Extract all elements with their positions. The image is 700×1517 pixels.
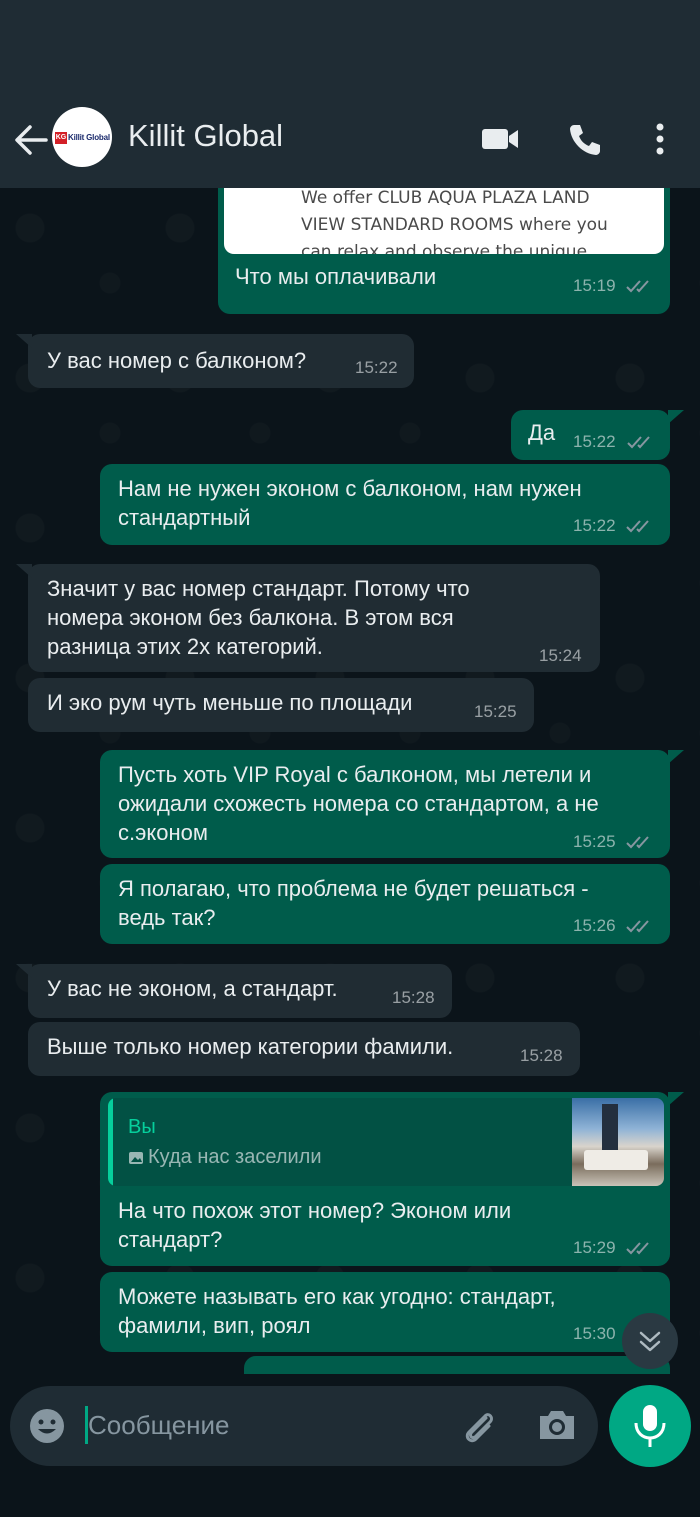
- message-time: 15:19: [573, 276, 616, 295]
- read-ticks-icon: [626, 280, 649, 293]
- link-preview-text: can relax and observe the unique: [301, 242, 588, 254]
- contact-name[interactable]: Killit Global: [128, 118, 283, 154]
- voice-call-button[interactable]: [567, 122, 603, 163]
- message-text: У вас номер с балконом?: [47, 348, 307, 373]
- quote-text: Куда нас заселили: [148, 1146, 322, 1168]
- link-preview-text: We offer CLUB AQUA PLAZA LAND: [301, 188, 590, 208]
- message-text: Да: [528, 420, 556, 445]
- quote-accent-bar: [108, 1098, 113, 1186]
- message-bubble-incoming[interactable]: Значит у вас номер стандарт. Потому что …: [28, 564, 600, 672]
- voice-record-button[interactable]: [609, 1385, 691, 1467]
- message-text: Нам не нужен эконом с балконом, нам нуже…: [118, 476, 582, 501]
- message-text: стандарт?: [118, 1227, 223, 1252]
- message-bubble-outgoing[interactable]: We offer CLUB AQUA PLAZA LAND VIEW STAND…: [218, 188, 670, 314]
- bubble-tail: [668, 410, 684, 424]
- message-text: Пусть хоть VIP Royal с балконом, мы лете…: [118, 762, 592, 787]
- message-text: стандартный: [118, 505, 251, 530]
- link-preview[interactable]: We offer CLUB AQUA PLAZA LAND VIEW STAND…: [224, 188, 664, 254]
- arrow-left-icon: [15, 125, 48, 155]
- read-ticks-icon: [626, 1242, 649, 1255]
- microphone-icon: [634, 1405, 666, 1447]
- bubble-tail: [668, 1092, 684, 1106]
- read-ticks-icon: [627, 436, 650, 449]
- message-text: разница этих 2х категорий.: [47, 634, 323, 659]
- bubble-tail: [668, 750, 684, 764]
- message-bubble-outgoing[interactable]: Пусть хоть VIP Royal с балконом, мы лете…: [100, 750, 670, 858]
- more-vertical-icon: [656, 123, 664, 155]
- message-time: 15:25: [474, 702, 517, 721]
- message-text: ведь так?: [118, 905, 216, 930]
- message-time: 15:30: [573, 1324, 616, 1343]
- message-bubble-outgoing[interactable]: Я полагаю, что проблема не будет решатьс…: [100, 864, 670, 944]
- read-ticks-icon: [626, 920, 649, 933]
- message-text: Я полагаю, что проблема не будет решатьс…: [118, 876, 589, 901]
- message-time: 15:22: [573, 516, 616, 535]
- message-time: 15:22: [355, 358, 398, 377]
- read-ticks-icon: [626, 520, 649, 533]
- message-text: Можете называть его как угодно: стандарт…: [118, 1284, 556, 1309]
- message-time: 15:22: [573, 432, 616, 451]
- message-text: Что мы оплачивали: [235, 264, 437, 289]
- message-text: номера эконом без балкона. В этом вся: [47, 605, 454, 630]
- message-input-bar: Сообщение: [10, 1386, 598, 1466]
- link-preview-text: VIEW STANDARD ROOMS where you: [301, 215, 608, 235]
- message-bubble-outgoing[interactable]: Нам не нужен эконом с балконом, нам нуже…: [100, 464, 670, 545]
- message-time: 15:25: [573, 832, 616, 851]
- bubble-tail: [16, 964, 32, 978]
- message-time: 15:28: [520, 1046, 563, 1065]
- avatar-logo-mark: KG: [55, 132, 67, 144]
- message-text: У вас не эконом, а стандарт.: [47, 976, 338, 1001]
- message-time: 15:26: [573, 916, 616, 935]
- message-time: 15:29: [573, 1238, 616, 1257]
- avatar[interactable]: KG Killit Global: [52, 107, 112, 167]
- message-bubble-outgoing[interactable]: [244, 1356, 670, 1374]
- message-list[interactable]: We offer CLUB AQUA PLAZA LAND VIEW STAND…: [0, 188, 700, 1374]
- message-time: 15:24: [539, 646, 582, 665]
- double-chevron-down-icon: [639, 1331, 661, 1352]
- quote-author: Вы: [128, 1116, 156, 1138]
- thumbnail-detail: [584, 1150, 648, 1170]
- message-bubble-incoming[interactable]: И эко рум чуть меньше по площади 15:25: [28, 678, 534, 732]
- bubble-tail: [16, 564, 32, 578]
- back-button[interactable]: [10, 122, 50, 158]
- scroll-to-bottom-button[interactable]: [622, 1313, 678, 1369]
- message-text: Выше только номер категории фамили.: [47, 1034, 454, 1059]
- phone-icon: [570, 125, 600, 155]
- bubble-tail: [16, 334, 32, 348]
- message-text: ожидали схожесть номера со стандартом, а…: [118, 791, 599, 816]
- video-call-button[interactable]: [480, 122, 520, 161]
- camera-icon[interactable]: [536, 1406, 578, 1444]
- status-bar: [0, 0, 700, 100]
- chat-header: KG Killit Global Killit Global: [0, 100, 700, 188]
- message-text: фамили, вип, роял: [118, 1313, 311, 1338]
- quote-thumbnail: [572, 1098, 664, 1186]
- message-time: 15:28: [392, 988, 435, 1007]
- message-bubble-outgoing[interactable]: Можете называть его как угодно: стандарт…: [100, 1272, 670, 1352]
- message-bubble-incoming[interactable]: Выше только номер категории фамили. 15:2…: [28, 1022, 580, 1076]
- menu-button[interactable]: [650, 122, 670, 163]
- message-input[interactable]: Сообщение: [88, 1410, 230, 1441]
- avatar-logo-text: Killit Global: [68, 133, 110, 142]
- message-bubble-incoming[interactable]: У вас не эконом, а стандарт. 15:28: [28, 964, 452, 1018]
- paperclip-icon[interactable]: [458, 1406, 500, 1448]
- message-bubble-incoming[interactable]: У вас номер с балконом? 15:22: [28, 334, 414, 388]
- image-icon: [129, 1152, 143, 1164]
- message-text: И эко рум чуть меньше по площади: [47, 690, 413, 715]
- message-text: Значит у вас номер стандарт. Потому что: [47, 576, 470, 601]
- read-ticks-icon: [626, 836, 649, 849]
- emoji-icon[interactable]: [28, 1407, 66, 1445]
- message-text: с.эконом: [118, 820, 208, 845]
- message-bubble-outgoing[interactable]: Да 15:22: [511, 410, 670, 460]
- video-call-icon: [482, 129, 518, 149]
- message-text: На что похож этот номер? Эконом или: [118, 1198, 512, 1223]
- quoted-message[interactable]: Вы Куда нас заселили: [108, 1098, 664, 1186]
